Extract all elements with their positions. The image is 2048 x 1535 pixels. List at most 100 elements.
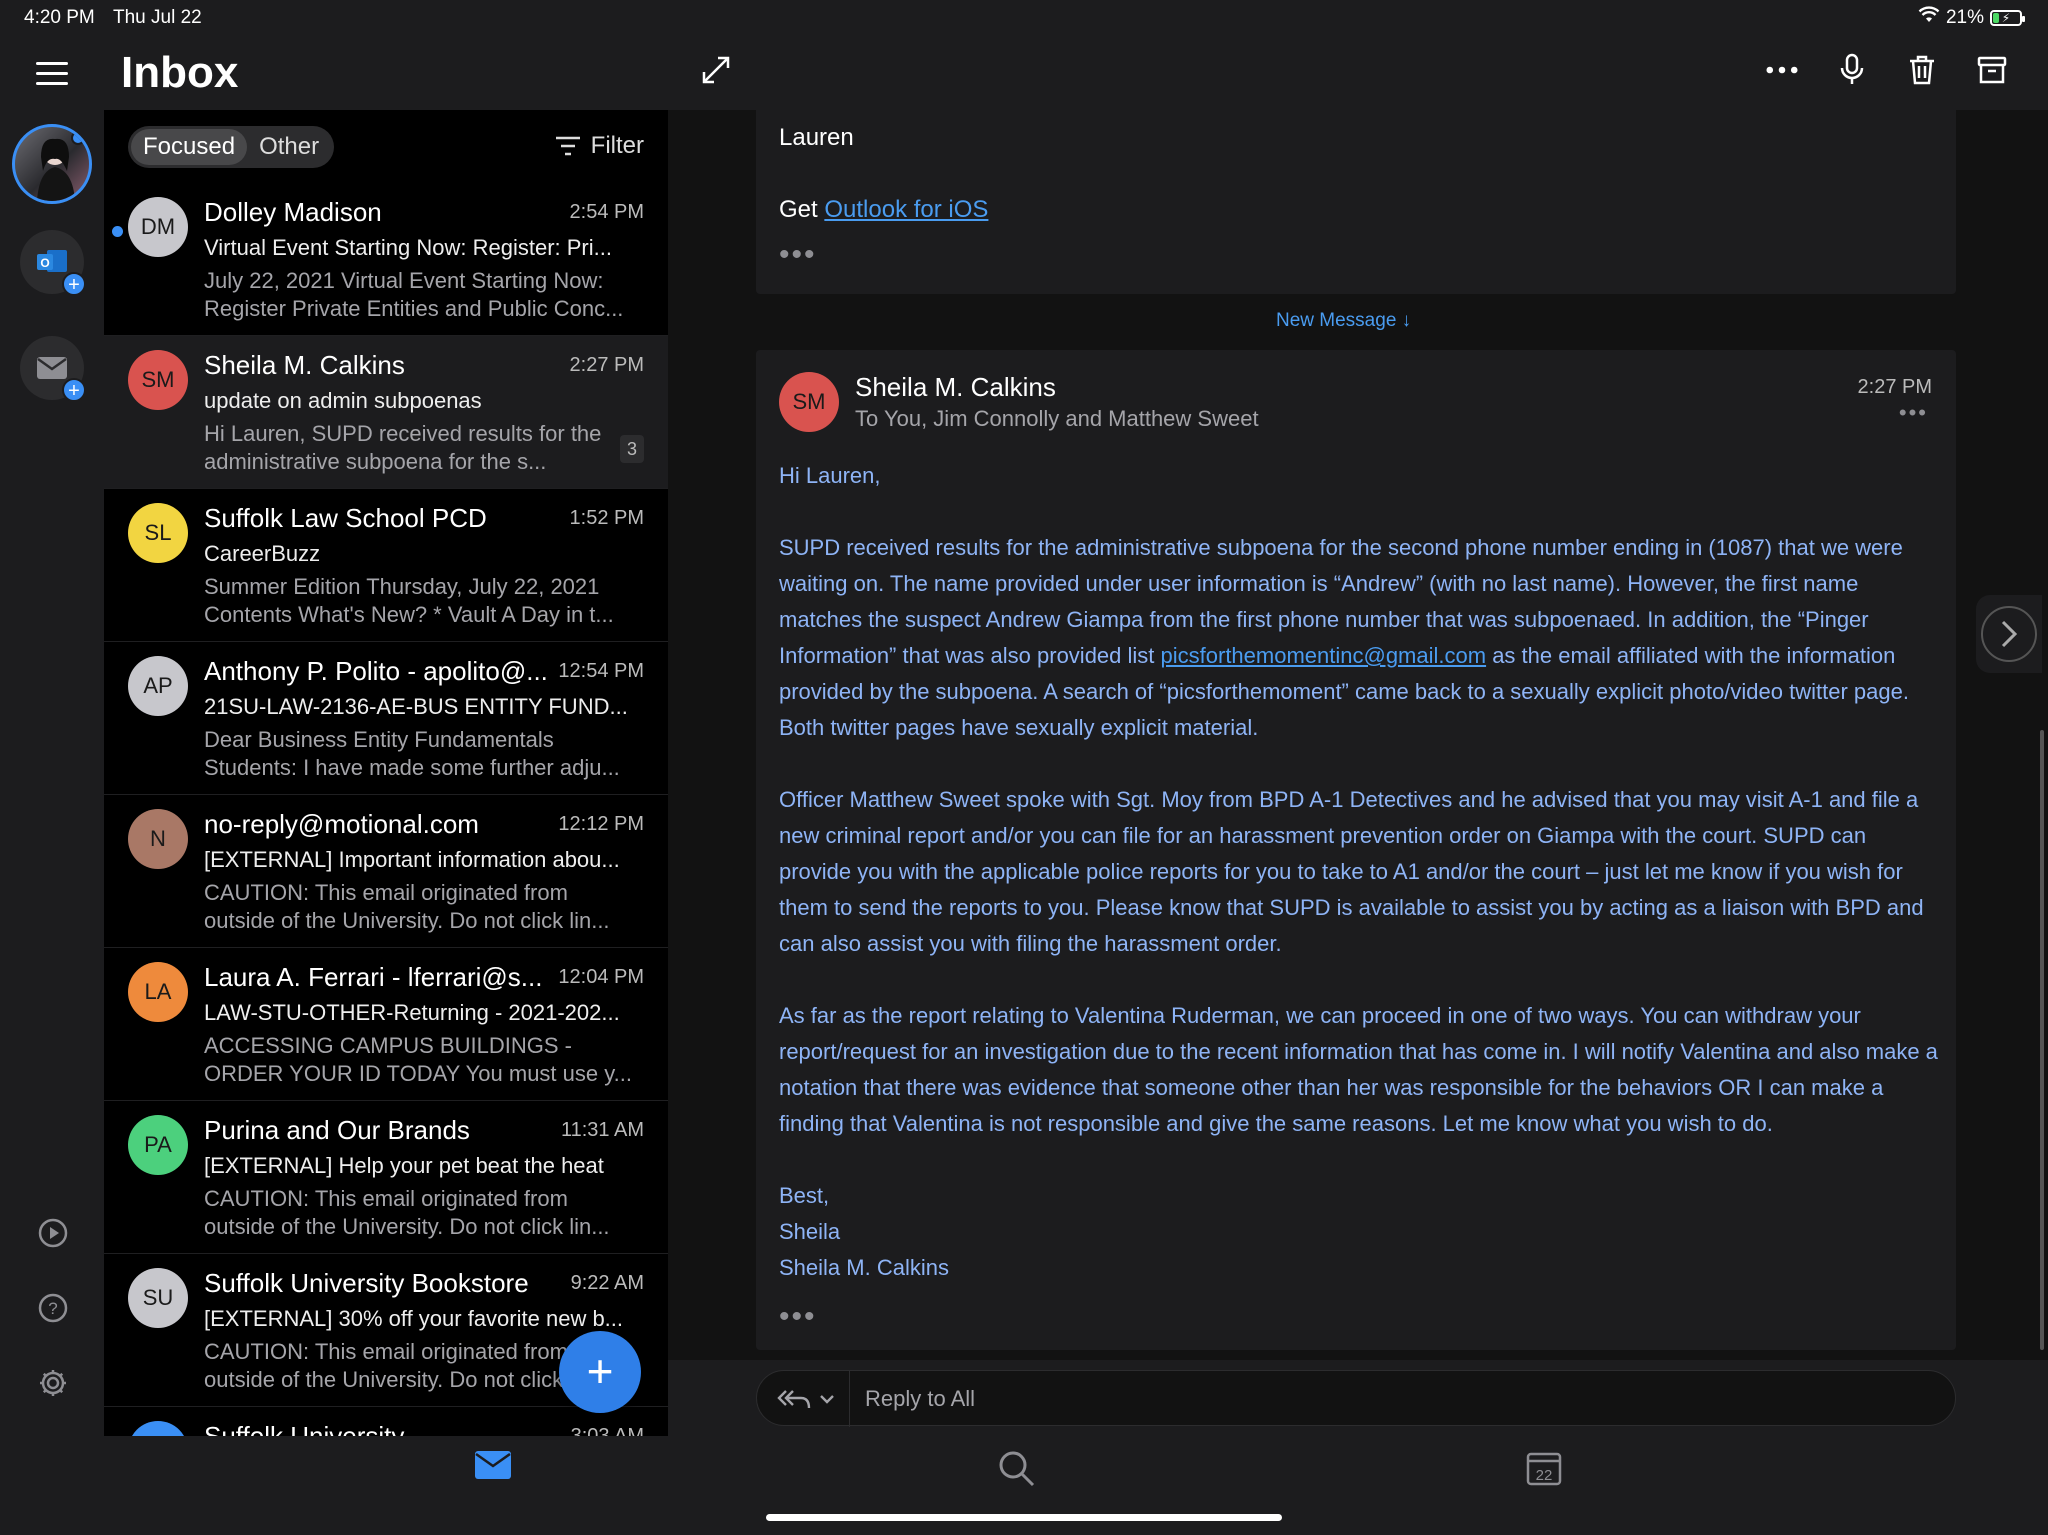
message-subject: Virtual Event Starting Now: Register: Pr… (204, 235, 612, 260)
svg-text:O: O (40, 256, 49, 270)
help-icon[interactable]: ? (38, 1293, 68, 1323)
wifi-icon (1918, 6, 1940, 30)
message-row[interactable]: SM Sheila M. Calkins 2:27 PM update on admi… (104, 336, 668, 489)
message-sender: Suffolk University Bookstore (204, 1268, 529, 1298)
expand-icon[interactable] (700, 54, 732, 86)
message-row[interactable]: AP Anthony P. Polito - apolito@... 12:54 P… (104, 642, 668, 795)
sender-avatar[interactable]: SM (779, 372, 839, 432)
settings-gear-icon[interactable] (38, 1368, 68, 1398)
message-row[interactable]: SL Suffolk Law School PCD 1:52 PM CareerBuz… (104, 489, 668, 642)
reply-options[interactable] (777, 1385, 835, 1413)
reply-all-field[interactable]: Reply to All (756, 1370, 1956, 1427)
reply-all-label: Reply to All (865, 1386, 976, 1411)
reply-bar: Reply to All (668, 1360, 2048, 1436)
outlook-promo: Get Outlook for iOS (779, 196, 988, 224)
microphone-icon[interactable] (1836, 52, 1868, 88)
inbox-segmented-control: Focused Other (128, 126, 335, 168)
message-card: SM Sheila M. Calkins To You, Jim Connoll… (756, 350, 1956, 1350)
sender-avatar: SM (128, 350, 188, 410)
message-list: DM Dolley Madison 2:54 PM Virtual Event Sta… (104, 183, 668, 1436)
message-subject: [EXTERNAL] 30% off your favorite new b..… (204, 1306, 624, 1331)
message-preview: Summer Edition Thursday, July 22, 2021 C… (204, 574, 614, 627)
tab-focused[interactable]: Focused (131, 129, 248, 165)
sender-name[interactable]: Sheila M. Calkins (855, 372, 1056, 403)
message-sender: Anthony P. Polito - apolito@... (204, 656, 548, 686)
message-subject: 21SU-LAW-2136-AE-BUS ENTITY FUND... (204, 694, 628, 719)
message-more-icon[interactable]: ••• (1899, 400, 1928, 426)
message-list-pane: Focused Other Filter DM Dolley Madison 2:5… (104, 110, 668, 1436)
message-sender: Suffolk Law School PCD (204, 503, 487, 533)
message-time: 3:03 AM (570, 1425, 644, 1436)
thread-count-badge: 3 (620, 435, 644, 463)
status-date: Thu Jul 22 (113, 7, 202, 28)
chevron-down-icon (820, 1395, 834, 1404)
account-rail: O + + ? (0, 110, 104, 1436)
new-message-indicator[interactable]: New Message ↓ (1276, 310, 1411, 332)
archive-icon[interactable] (1976, 52, 2008, 88)
recipients[interactable]: To You, Jim Connolly and Matthew Sweet (855, 406, 1259, 432)
top-toolbar: Inbox (0, 34, 2048, 110)
signature-first-name: Sheila (779, 1219, 841, 1244)
sender-avatar: N (128, 809, 188, 869)
battery-percent: 21% (1945, 7, 1984, 28)
search-tab-icon[interactable] (998, 1450, 1038, 1490)
battery-icon: ⚡ (1990, 10, 2025, 26)
message-row[interactable]: Suffolk University 3:03 AM (104, 1407, 668, 1436)
calendar-day: 22 (1536, 1467, 1553, 1484)
scrollbar[interactable] (2040, 730, 2044, 1350)
home-indicator (766, 1514, 1282, 1521)
email-link[interactable]: picsforthemomentinc@gmail.com (1161, 643, 1487, 668)
filter-button[interactable]: Filter (555, 132, 644, 160)
message-time: 2:54 PM (569, 201, 644, 223)
add-outlook-account-button[interactable]: O + (20, 230, 86, 296)
signature-full-name: Sheila M. Calkins (779, 1255, 949, 1280)
message-sender: Laura A. Ferrari - lferrari@s... (204, 962, 543, 992)
add-mail-account-button[interactable]: + (20, 336, 86, 402)
message-preview: Dear Business Entity Fundamentals Studen… (204, 727, 620, 780)
message-time: 11:31 AM (560, 1119, 644, 1141)
previous-message-card: Lauren Get Outlook for iOS ••• (756, 110, 1956, 294)
message-preview: ACCESSING CAMPUS BUILDINGS - ORDER YOUR … (204, 1033, 632, 1086)
message-sender: Dolley Madison (204, 197, 382, 227)
greeting: Hi Lauren, (779, 463, 881, 488)
previous-signature: Lauren (779, 124, 854, 151)
body-paragraph-3: As far as the report relating to Valenti… (779, 1003, 1938, 1136)
outlook-ios-link[interactable]: Outlook for iOS (824, 196, 988, 223)
mail-icon (37, 357, 67, 379)
trash-icon[interactable] (1906, 52, 1938, 88)
sender-avatar: DM (128, 197, 188, 257)
mail-tab-icon[interactable] (474, 1450, 514, 1490)
message-sender: Suffolk University (204, 1421, 405, 1436)
play-icon[interactable] (38, 1218, 68, 1248)
message-body: Hi Lauren, SUPD received results for the… (779, 458, 1939, 1286)
page-title: Inbox (121, 48, 239, 97)
message-time: 12:54 PM (558, 660, 644, 682)
message-subject: update on admin subpoenas (204, 388, 482, 413)
tab-other[interactable]: Other (247, 129, 331, 165)
message-time: 2:27 PM (1857, 376, 1932, 398)
account-avatar[interactable] (12, 124, 92, 204)
plus-icon: + (62, 378, 86, 402)
sender-avatar (128, 1421, 188, 1436)
show-more-icon[interactable]: ••• (779, 1300, 817, 1334)
message-sender: no-reply@motional.com (204, 809, 479, 839)
show-quoted-text-icon[interactable]: ••• (779, 238, 817, 272)
filter-label: Filter (590, 132, 644, 159)
message-row[interactable]: DM Dolley Madison 2:54 PM Virtual Event Sta… (104, 183, 668, 336)
message-time: 12:12 PM (558, 813, 644, 835)
message-preview: July 22, 2021 Virtual Event Starting Now… (204, 268, 624, 321)
message-time: 1:52 PM (569, 507, 644, 529)
compose-button[interactable]: + (559, 1331, 641, 1413)
message-subject: [EXTERNAL] Help your pet beat the heat (204, 1153, 604, 1178)
chevron-right-icon (2001, 620, 2018, 648)
reply-all-icon (777, 1390, 811, 1409)
next-message-button[interactable] (1976, 595, 2042, 673)
calendar-tab-icon[interactable]: 22 (1526, 1450, 1566, 1490)
status-time: 4:20 PM (24, 7, 95, 28)
more-options-icon[interactable] (1766, 52, 1798, 88)
message-row[interactable]: LA Laura A. Ferrari - lferrari@s... 12:04 … (104, 948, 668, 1101)
message-row[interactable]: PA Purina and Our Brands 11:31 AM [EXTERNAL… (104, 1101, 668, 1254)
message-subject: [EXTERNAL] Important information abou... (204, 847, 620, 872)
message-row[interactable]: Nno-reply@motional.com 12:12 PM [EXTERNAL]… (104, 795, 668, 948)
menu-icon[interactable] (36, 62, 68, 85)
